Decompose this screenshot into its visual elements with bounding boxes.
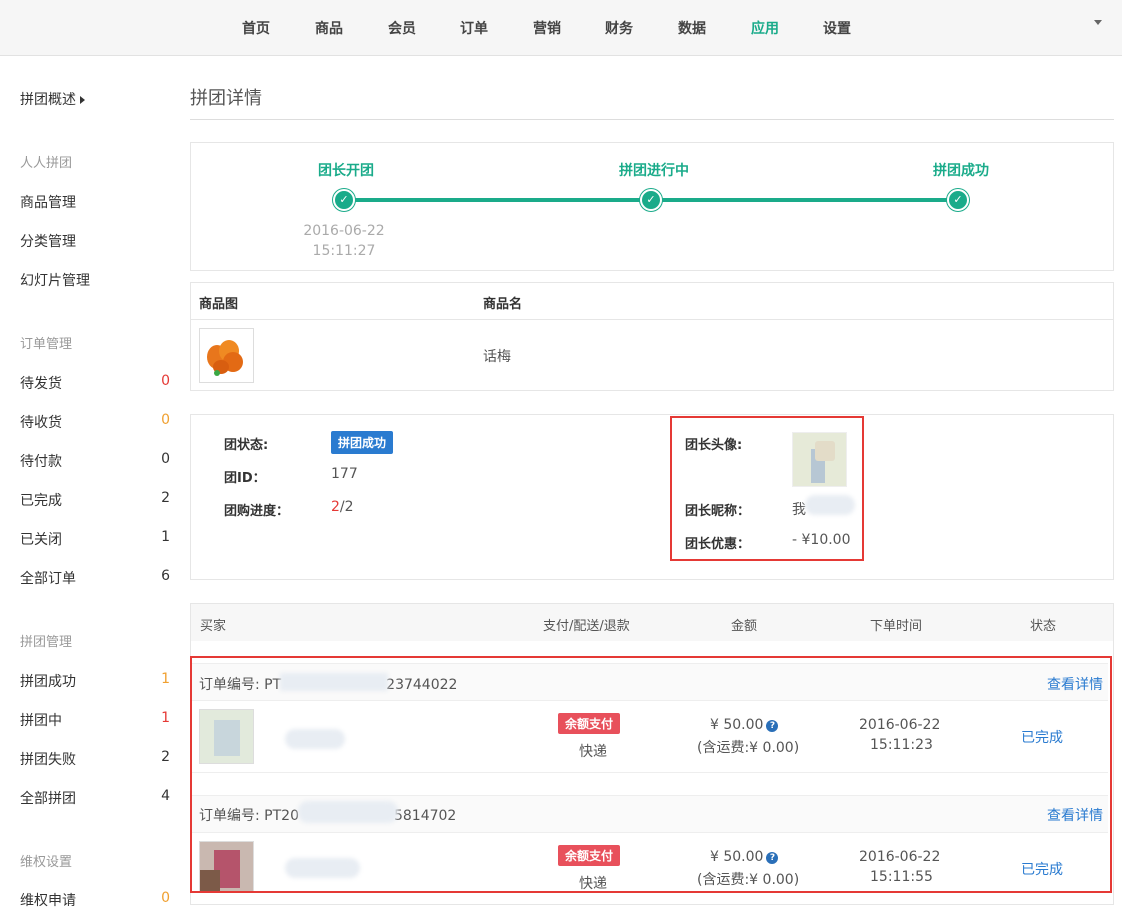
group-id-label: 团ID： xyxy=(224,471,266,486)
sidebar-item-group-all[interactable]: 全部拼团 4 xyxy=(20,788,170,808)
product-photo xyxy=(207,340,243,376)
sidebar-item-group-success[interactable]: 拼团成功 1 xyxy=(20,671,170,691)
orders-header-bar xyxy=(191,604,1113,641)
product-table xyxy=(190,282,1114,391)
highlight-box xyxy=(670,416,864,561)
product-image[interactable] xyxy=(199,328,254,383)
count-badge: 1 xyxy=(161,671,170,687)
sidebar: 拼团概述 人人拼团 商品管理 分类管理 幻灯片管理 订单管理 待发货 0 待收货 0… xyxy=(0,56,178,910)
divider xyxy=(191,319,1113,320)
page-title: 拼团详情 xyxy=(190,88,262,109)
nav-apps[interactable]: 应用 xyxy=(751,18,779,38)
nav-members[interactable]: 会员 xyxy=(388,18,416,38)
nav-home[interactable]: 首页 xyxy=(242,18,270,38)
column-header-amount: 金额 xyxy=(731,619,758,634)
column-header-pay: 支付/配送/退款 xyxy=(543,619,630,634)
nav-orders[interactable]: 订单 xyxy=(460,18,488,38)
sidebar-item-category-manage[interactable]: 分类管理 xyxy=(20,231,170,251)
top-nav: 首页 商品 会员 订单 营销 财务 数据 应用 设置 xyxy=(0,0,1122,56)
nav-goods[interactable]: 商品 xyxy=(315,18,343,38)
count-badge: 6 xyxy=(161,568,170,584)
column-header-image: 商品图 xyxy=(199,297,239,312)
sidebar-item-to-ship[interactable]: 待发货 0 xyxy=(20,373,170,393)
sidebar-item-closed[interactable]: 已关闭 1 xyxy=(20,529,170,549)
check-icon: ✓ xyxy=(947,189,969,211)
status-badge: 拼团成功 xyxy=(331,431,394,454)
column-header-buyer: 买家 xyxy=(200,619,227,634)
step-label-ongoing: 拼团进行中 xyxy=(619,163,689,179)
count-badge: 0 xyxy=(161,373,170,389)
check-icon: ✓ xyxy=(333,189,355,211)
nav-settings[interactable]: 设置 xyxy=(823,18,851,38)
step-time: 15:11:27 xyxy=(312,243,376,259)
caret-right-icon xyxy=(80,96,85,104)
sidebar-item-all-orders[interactable]: 全部订单 6 xyxy=(20,568,170,588)
sidebar-group-title: 拼团管理 xyxy=(20,635,73,650)
count-badge: 0 xyxy=(161,451,170,467)
sidebar-item-to-pay[interactable]: 待付款 0 xyxy=(20,451,170,471)
highlight-box xyxy=(190,656,1112,893)
count-badge: 4 xyxy=(161,788,170,804)
check-icon: ✓ xyxy=(640,189,662,211)
sidebar-item-group-ongoing[interactable]: 拼团中 1 xyxy=(20,710,170,730)
count-badge: 1 xyxy=(161,529,170,545)
sidebar-item-group-failed[interactable]: 拼团失败 2 xyxy=(20,749,170,769)
column-header-status: 状态 xyxy=(1030,619,1057,634)
sidebar-item-completed[interactable]: 已完成 2 xyxy=(20,490,170,510)
sidebar-item-goods-manage[interactable]: 商品管理 xyxy=(20,192,170,212)
nav-finance[interactable]: 财务 xyxy=(605,18,633,38)
nav-marketing[interactable]: 营销 xyxy=(533,18,561,38)
group-id: 177 xyxy=(331,466,358,482)
sidebar-item-overview[interactable]: 拼团概述 xyxy=(20,89,170,109)
divider xyxy=(190,119,1114,120)
group-progress-label: 团购进度： xyxy=(224,504,290,519)
dropdown-caret-icon[interactable] xyxy=(1094,20,1102,25)
step-label-success: 拼团成功 xyxy=(933,163,989,179)
sidebar-group-title: 维权设置 xyxy=(20,855,73,870)
step-date: 2016-06-22 xyxy=(303,223,385,239)
column-header-name: 商品名 xyxy=(483,297,523,312)
product-name[interactable]: 话梅 xyxy=(483,346,511,366)
group-status-label: 团状态: xyxy=(224,438,269,453)
group-progress: 2/2 xyxy=(331,499,354,515)
count-badge: 0 xyxy=(161,412,170,428)
sidebar-item-slides-manage[interactable]: 幻灯片管理 xyxy=(20,270,170,290)
count-badge: 1 xyxy=(161,710,170,726)
group-info-panel xyxy=(190,414,1114,580)
sidebar-group-title: 人人拼团 xyxy=(20,156,73,171)
sidebar-item-rights-apply[interactable]: 维权申请 0 xyxy=(20,890,170,910)
sidebar-group-title: 订单管理 xyxy=(20,337,73,352)
count-badge: 2 xyxy=(161,749,170,765)
count-badge: 2 xyxy=(161,490,170,506)
step-label-start: 团长开团 xyxy=(318,163,374,179)
sidebar-item-to-receive[interactable]: 待收货 0 xyxy=(20,412,170,432)
column-header-time: 下单时间 xyxy=(870,619,923,634)
nav-data[interactable]: 数据 xyxy=(678,18,706,38)
count-badge: 0 xyxy=(161,890,170,906)
